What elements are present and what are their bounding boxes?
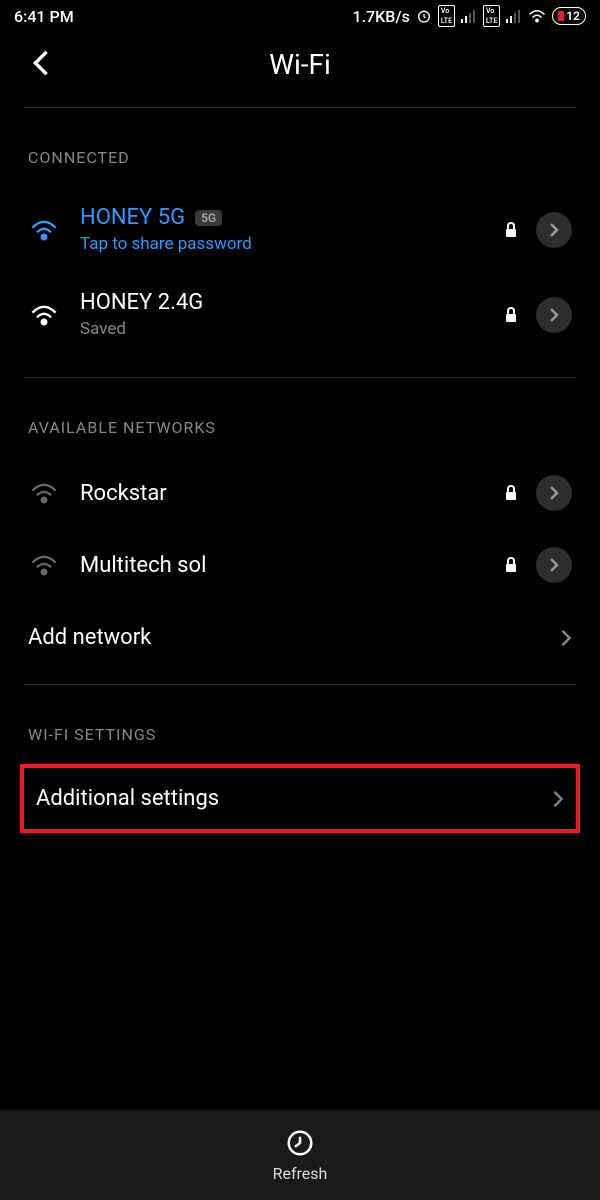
- network-detail-button[interactable]: [536, 212, 572, 248]
- add-network-button[interactable]: Add network: [0, 601, 600, 674]
- signal-icon-1: [461, 9, 477, 23]
- network-name: HONEY 2.4G: [80, 290, 484, 315]
- lte-badge-1: VoLTE: [438, 5, 455, 27]
- section-connected-header: CONNECTED: [0, 108, 600, 187]
- wifi-status-icon: [528, 9, 546, 23]
- wifi-icon: [28, 304, 60, 326]
- network-available-1[interactable]: Rockstar: [0, 457, 600, 529]
- refresh-icon: [285, 1128, 315, 1158]
- wifi-icon: [28, 554, 60, 576]
- data-rate: 1.7KB/s: [352, 7, 409, 26]
- network-name: Rockstar: [80, 481, 484, 506]
- badge-5g: 5G: [195, 210, 222, 226]
- network-connected[interactable]: HONEY 5G 5G Tap to share password: [0, 187, 600, 272]
- section-available-header: AVAILABLE NETWORKS: [0, 378, 600, 457]
- lock-icon: [504, 306, 518, 324]
- network-subtitle: Saved: [80, 319, 484, 339]
- header: Wi-Fi: [0, 32, 600, 107]
- add-network-label: Add network: [28, 625, 151, 650]
- status-bar: 6:41 PM 1.7KB/s VoLTE VoLTE 12: [0, 0, 600, 32]
- status-time: 6:41 PM: [14, 7, 74, 26]
- wifi-icon: [28, 219, 60, 241]
- section-wifi-settings-header: WI-FI SETTINGS: [0, 685, 600, 764]
- refresh-label: Refresh: [273, 1164, 328, 1183]
- refresh-button[interactable]: Refresh: [273, 1128, 328, 1183]
- network-detail-button[interactable]: [536, 475, 572, 511]
- network-available-2[interactable]: Multitech sol: [0, 529, 600, 601]
- lte-badge-2: VoLTE: [483, 5, 500, 27]
- back-button[interactable]: [32, 49, 50, 81]
- network-name: HONEY 5G 5G: [80, 205, 484, 230]
- network-subtitle: Tap to share password: [80, 234, 484, 254]
- page-title: Wi-Fi: [20, 48, 580, 81]
- additional-settings-label: Additional settings: [36, 786, 219, 811]
- lock-icon: [504, 221, 518, 239]
- bottom-bar: Refresh: [0, 1110, 600, 1200]
- chevron-right-icon: [552, 789, 564, 809]
- alarm-icon: [416, 8, 432, 24]
- network-detail-button[interactable]: [536, 547, 572, 583]
- network-detail-button[interactable]: [536, 297, 572, 333]
- battery-indicator: 12: [552, 7, 586, 25]
- wifi-icon: [28, 482, 60, 504]
- highlight-box: Additional settings: [20, 764, 580, 833]
- additional-settings-button[interactable]: Additional settings: [24, 768, 576, 829]
- lock-icon: [504, 484, 518, 502]
- network-saved[interactable]: HONEY 2.4G Saved: [0, 272, 600, 357]
- chevron-right-icon: [560, 628, 572, 648]
- status-right: 1.7KB/s VoLTE VoLTE 12: [352, 5, 586, 27]
- signal-icon-2: [506, 9, 522, 23]
- lock-icon: [504, 556, 518, 574]
- network-name: Multitech sol: [80, 553, 484, 578]
